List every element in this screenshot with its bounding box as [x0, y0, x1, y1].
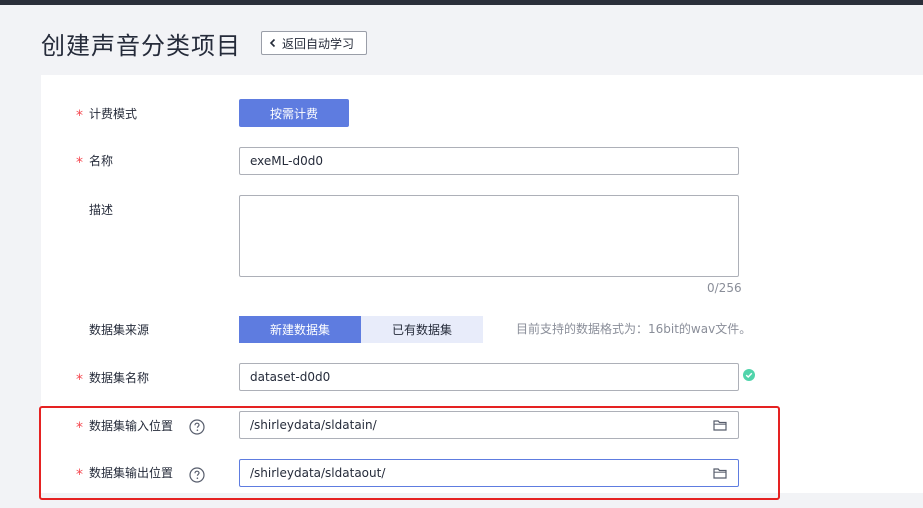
billing-on-demand-button[interactable]: 按需计费 — [239, 99, 349, 127]
description-textarea[interactable] — [239, 195, 739, 277]
dataset-name-input-value: dataset-d0d0 — [250, 370, 331, 384]
dataset-source-label: 数据集来源 — [89, 323, 150, 337]
page-title: 创建声音分类项目 — [41, 32, 241, 60]
check-circle-icon — [743, 369, 755, 381]
back-to-automl-button[interactable]: 返回自动学习 — [261, 31, 367, 55]
chevron-left-icon — [269, 38, 276, 48]
back-button-label: 返回自动学习 — [282, 36, 355, 51]
description-label: 描述 — [89, 203, 114, 217]
top-bar — [0, 0, 923, 5]
description-counter: 0/256 — [707, 281, 742, 295]
dataset-name-input[interactable]: dataset-d0d0 — [239, 363, 739, 391]
new-dataset-option[interactable]: 新建数据集 — [239, 316, 361, 343]
highlight-annotation-box — [39, 406, 780, 500]
dataset-name-label: 数据集名称 — [89, 371, 150, 385]
name-label: 名称 — [89, 154, 114, 168]
required-marker: * — [76, 108, 83, 124]
required-marker: * — [76, 372, 83, 388]
name-input-value: exeML-d0d0 — [250, 154, 323, 168]
dataset-format-hint: 目前支持的数据格式为：16bit的wav文件。 — [516, 322, 752, 336]
name-input[interactable]: exeML-d0d0 — [239, 147, 739, 175]
existing-dataset-option[interactable]: 已有数据集 — [361, 316, 483, 343]
required-marker: * — [76, 155, 83, 171]
billing-label: 计费模式 — [89, 107, 138, 121]
